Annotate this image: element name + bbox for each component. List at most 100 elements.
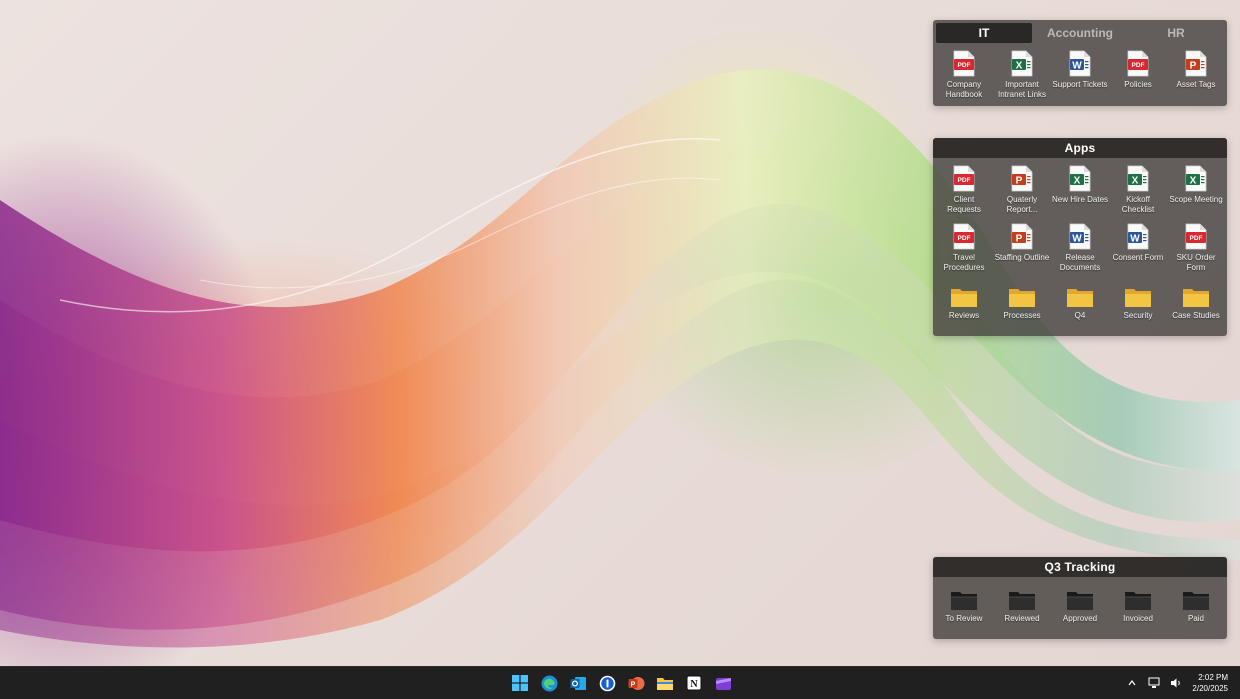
powerpoint-file-icon: P [1007, 220, 1037, 250]
excel-file-icon: X [1065, 162, 1095, 192]
shortcut-label: Security [1123, 311, 1153, 320]
shortcut-label: Kickoff Checklist [1121, 195, 1155, 214]
desktop-shortcut[interactable]: Reviewed [993, 581, 1051, 639]
svg-text:W: W [1130, 234, 1140, 245]
desktop-shortcut[interactable]: Security [1109, 278, 1167, 336]
shortcut-label: New Hire Dates [1052, 195, 1109, 204]
apps-fence-title[interactable]: Apps [933, 138, 1227, 158]
desktop-shortcut[interactable]: X Kickoff Checklist [1109, 162, 1167, 220]
tab-it[interactable]: IT [936, 23, 1032, 43]
svg-text:PDF: PDF [958, 235, 971, 242]
folder-icon [1181, 581, 1211, 611]
shortcut-label: Important Intranet Links [997, 80, 1047, 99]
shortcut-label: Client Requests [947, 195, 981, 214]
shortcut-label: Case Studies [1172, 311, 1220, 320]
desktop-shortcut[interactable]: W Release Documents [1051, 220, 1109, 278]
network-icon[interactable] [1148, 677, 1160, 689]
clock[interactable]: 2:02 PM 2/20/2025 [1192, 672, 1228, 694]
shortcut-label: Processes [1003, 311, 1041, 320]
edge-browser-icon[interactable] [539, 673, 559, 693]
apps-fence-grid: PDF Client Requests P Quaterly Report... X Ne… [933, 158, 1227, 338]
desktop-shortcut[interactable]: P Quaterly Report... [993, 162, 1051, 220]
shortcut-label: Reviewed [1004, 614, 1040, 623]
notion-icon[interactable]: N [684, 673, 704, 693]
it-fence: IT Accounting HR PDF Company Handbook X Imp… [933, 20, 1227, 106]
pdf-file-icon: PDF [949, 162, 979, 192]
powerpoint-icon[interactable]: P [626, 673, 646, 693]
file-explorer-icon[interactable] [655, 673, 675, 693]
shortcut-label: Reviews [948, 311, 980, 320]
shortcut-label: Consent Form [1112, 253, 1164, 262]
shortcut-label: Approved [1062, 614, 1098, 623]
windows-start-icon[interactable] [510, 673, 530, 693]
q3-tracking-fence: Q3 Tracking To Review Reviewed Approved Inv… [933, 557, 1227, 639]
pdf-file-icon: PDF [1123, 47, 1153, 77]
desktop-shortcut[interactable]: PDF Policies [1109, 47, 1167, 105]
shortcut-label: Q4 [1074, 311, 1086, 320]
shortcut-label: Paid [1187, 614, 1204, 623]
desktop-shortcut[interactable]: W Support Tickets [1051, 47, 1109, 105]
taskbar-apps: P N [510, 673, 733, 693]
folder-icon [1123, 278, 1153, 308]
word-file-icon: W [1123, 220, 1153, 250]
q3-fence-title[interactable]: Q3 Tracking [933, 557, 1227, 577]
q3-fence-grid: To Review Reviewed Approved Invoiced Paid [933, 577, 1227, 641]
excel-file-icon: X [1123, 162, 1153, 192]
svg-text:N: N [690, 679, 698, 690]
svg-text:X: X [1074, 176, 1081, 187]
desktop-shortcut[interactable]: PDF Client Requests [935, 162, 993, 220]
desktop-shortcut[interactable]: Invoiced [1109, 581, 1167, 639]
svg-text:X: X [1132, 176, 1139, 187]
svg-text:X: X [1190, 176, 1197, 187]
shortcut-label: Invoiced [1123, 614, 1153, 623]
folder-icon [1181, 278, 1211, 308]
svg-text:W: W [1072, 234, 1082, 245]
svg-text:P: P [630, 681, 635, 688]
desktop-shortcut[interactable]: X Important Intranet Links [993, 47, 1051, 105]
desktop-shortcut[interactable]: P Asset Tags [1167, 47, 1225, 105]
shortcut-label: Policies [1124, 80, 1152, 89]
desktop-shortcut[interactable]: Reviews [935, 278, 993, 336]
clipchamp-icon[interactable] [713, 673, 733, 693]
tab-hr[interactable]: HR [1128, 23, 1224, 43]
shortcut-label: To Review [945, 614, 983, 623]
excel-file-icon: X [1007, 47, 1037, 77]
shortcut-label: Support Tickets [1052, 80, 1108, 89]
chevron-up-icon[interactable] [1126, 677, 1138, 689]
svg-text:PDF: PDF [958, 62, 971, 69]
desktop-shortcut[interactable]: W Consent Form [1109, 220, 1167, 278]
pdf-file-icon: PDF [949, 220, 979, 250]
tab-accounting[interactable]: Accounting [1032, 23, 1128, 43]
shortcut-label: Travel Procedures [943, 253, 985, 272]
password-manager-icon[interactable] [597, 673, 617, 693]
desktop-shortcut[interactable]: Case Studies [1167, 278, 1225, 336]
taskbar: P N 2:02 PM 2/20/2025 [0, 666, 1240, 699]
shortcut-label: Company Handbook [945, 80, 983, 99]
outlook-icon[interactable] [568, 673, 588, 693]
word-file-icon: W [1065, 47, 1095, 77]
desktop-shortcut[interactable]: Processes [993, 278, 1051, 336]
svg-text:P: P [1016, 234, 1023, 245]
folder-icon [1065, 581, 1095, 611]
pdf-file-icon: PDF [949, 47, 979, 77]
desktop-shortcut[interactable]: To Review [935, 581, 993, 639]
desktop-shortcut[interactable]: Paid [1167, 581, 1225, 639]
svg-text:P: P [1190, 61, 1197, 72]
desktop-shortcut[interactable]: X New Hire Dates [1051, 162, 1109, 220]
desktop-shortcut[interactable]: P Staffing Outline [993, 220, 1051, 278]
desktop-shortcut[interactable]: PDF Company Handbook [935, 47, 993, 105]
folder-icon [949, 581, 979, 611]
shortcut-label: Staffing Outline [994, 253, 1050, 262]
desktop-shortcut[interactable]: X Scope Meeting [1167, 162, 1225, 220]
desktop-shortcut[interactable]: PDF SKU Order Form [1167, 220, 1225, 278]
volume-icon[interactable] [1170, 677, 1182, 689]
desktop-shortcut[interactable]: Q4 [1051, 278, 1109, 336]
svg-text:W: W [1072, 61, 1082, 72]
folder-icon [1123, 581, 1153, 611]
pdf-file-icon: PDF [1181, 220, 1211, 250]
folder-icon [1065, 278, 1095, 308]
shortcut-label: SKU Order Form [1176, 253, 1216, 272]
shortcut-label: Release Documents [1059, 253, 1101, 272]
desktop-shortcut[interactable]: Approved [1051, 581, 1109, 639]
desktop-shortcut[interactable]: PDF Travel Procedures [935, 220, 993, 278]
